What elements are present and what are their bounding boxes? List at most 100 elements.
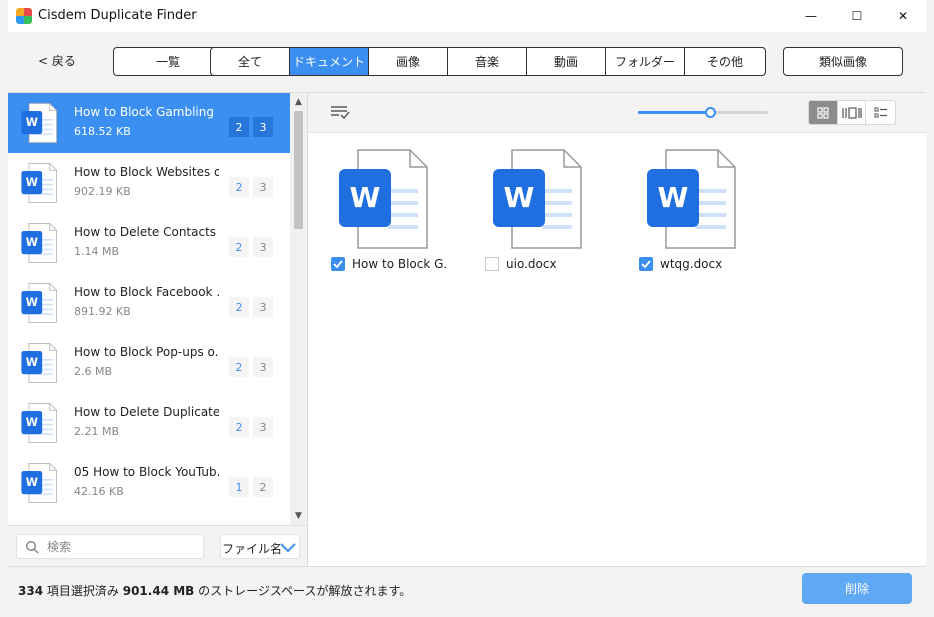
list-view-button[interactable] [866,101,895,124]
item-name: How to Block Gambling ... [74,105,219,119]
app-logo-icon [16,8,32,24]
total-count-badge: 3 [253,237,273,257]
sort-dropdown[interactable]: ファイル名 [220,534,300,559]
item-name: How to Block Websites o... [74,165,219,179]
selected-label: 項目選択済み [46,584,119,598]
status-summary: 334 項目選択済み 901.44 MB のストレージスペースが解放されます。 [18,582,411,599]
select-list-icon[interactable] [330,104,350,120]
delete-button[interactable]: 削除 [802,573,912,604]
file-checkbox[interactable] [485,257,499,271]
list-item[interactable]: W How to Block Gambling ... 618.52 KB 2 3 [8,93,290,153]
svg-text:W: W [26,236,38,249]
selected-count-badge: 2 [229,237,249,257]
total-count-badge: 3 [253,177,273,197]
scroll-down-arrow-icon[interactable]: ▼ [290,509,307,523]
file-checkbox[interactable] [639,257,653,271]
item-size: 42.16 KB [74,485,124,498]
total-count-badge: 3 [253,357,273,377]
filmstrip-view-icon [841,106,862,119]
title-bar: Cisdem Duplicate Finder — ☐ ✕ [8,0,926,32]
tab-all[interactable]: 全て [211,48,290,75]
maximize-button[interactable]: ☐ [834,0,880,32]
filmstrip-view-button[interactable] [838,101,867,124]
duplicate-groups-list: W How to Block Gambling ... 618.52 KB 2 3 W Ho… [8,93,290,525]
word-document-icon: W [21,101,57,145]
tab-other[interactable]: その他 [685,48,765,75]
item-size: 891.92 KB [74,305,131,318]
word-document-icon: W [21,341,57,385]
item-size: 2.21 MB [74,425,120,438]
list-item[interactable]: W How to Block Facebook ... 891.92 KB 2 3 [8,273,290,333]
list-item[interactable]: W 05 How to Block YouTub... 42.16 KB 1 2 [8,453,290,513]
svg-text:W: W [504,181,535,214]
file-name: uio.docx [506,257,557,271]
item-name: How to Block Pop-ups o... [74,345,219,359]
slider-knob[interactable] [704,107,716,118]
tab-documents[interactable]: ドキュメント [290,48,369,75]
selected-count-badge: 2 [229,297,249,317]
tab-music[interactable]: 音楽 [448,48,527,75]
word-document-icon: W [492,149,582,249]
file-card[interactable]: W How to Block G... [308,149,448,279]
grid-view-icon [817,106,829,119]
selected-count-badge: 1 [229,477,249,497]
svg-text:W: W [658,181,689,214]
list-item[interactable]: W How to Block Websites o... 902.19 KB 2 3 [8,153,290,213]
thumbnail-size-slider[interactable] [638,105,768,119]
search-icon [26,541,39,554]
window-title: Cisdem Duplicate Finder [38,8,197,23]
item-name: How to Delete Contacts f... [74,225,219,239]
word-document-icon: W [21,401,57,445]
view-mode-switch [808,100,896,125]
selected-count-badge: 2 [229,357,249,377]
search-input[interactable] [47,538,197,556]
sort-label: ファイル名 [222,542,283,556]
back-button[interactable]: < 戻る [38,52,76,69]
list-item[interactable]: W How to Delete Contacts f... 1.14 MB 2 3 [8,213,290,273]
total-count-badge: 3 [253,117,273,137]
word-document-icon: W [21,221,57,265]
total-count-badge: 3 [253,417,273,437]
file-checkbox[interactable] [331,257,345,271]
list-item[interactable]: W How to Delete Duplicate ... 2.21 MB 23 [8,393,290,453]
item-size: 618.52 KB [74,125,131,138]
category-tabs: 全て ドキュメント 画像 音楽 動画 フォルダー その他 [210,47,766,76]
list-scrollbar[interactable]: ▲ ▼ [290,93,307,525]
close-button[interactable]: ✕ [880,0,926,32]
scroll-thumb[interactable] [294,111,303,229]
file-name: How to Block G... [352,257,448,271]
item-name: How to Block Facebook ... [74,285,219,299]
file-card[interactable]: Wwtqg.docx [616,149,756,279]
checkmark-icon [641,260,651,269]
checkmark-icon [333,260,343,269]
svg-text:W: W [26,176,38,189]
freed-label: のストレージスペースが解放されます。 [198,584,412,598]
freed-size: 901.44 MB [122,584,195,598]
scroll-up-arrow-icon[interactable]: ▲ [290,95,307,109]
tab-images[interactable]: 画像 [369,48,448,75]
chevron-down-icon[interactable] [279,540,297,554]
overview-button[interactable]: 一覧 [113,47,223,76]
svg-text:W: W [26,296,38,309]
item-size: 902.19 KB [74,185,131,198]
file-preview-panel: W How to Block G... Wuio.docx Wwtqg.docx [307,92,927,566]
minimize-button[interactable]: — [788,0,834,32]
svg-text:W: W [26,416,38,429]
app-window: Cisdem Duplicate Finder — ☐ ✕ < 戻る 一覧 全て… [0,0,934,617]
tab-folders[interactable]: フォルダー [606,48,685,75]
selected-count: 334 [18,584,44,598]
similar-images-button[interactable]: 類似画像 [783,47,903,76]
word-document-icon: W [646,149,736,249]
tab-videos[interactable]: 動画 [527,48,606,75]
file-card[interactable]: Wuio.docx [462,149,602,279]
search-box[interactable] [16,534,204,559]
item-size: 2.6 MB [74,365,113,378]
main-toolbar: < 戻る 一覧 全て ドキュメント 画像 音楽 動画 フォルダー その他 類似画… [8,32,926,92]
list-view-icon [874,107,887,117]
list-item[interactable]: W How to Block Pop-ups o... 2.6 MB 2 3 [8,333,290,393]
word-document-icon: W [21,461,57,505]
svg-text:W: W [26,356,38,369]
word-document-icon: W [21,281,57,325]
grid-view-button[interactable] [809,101,838,124]
svg-text:W: W [350,181,381,214]
